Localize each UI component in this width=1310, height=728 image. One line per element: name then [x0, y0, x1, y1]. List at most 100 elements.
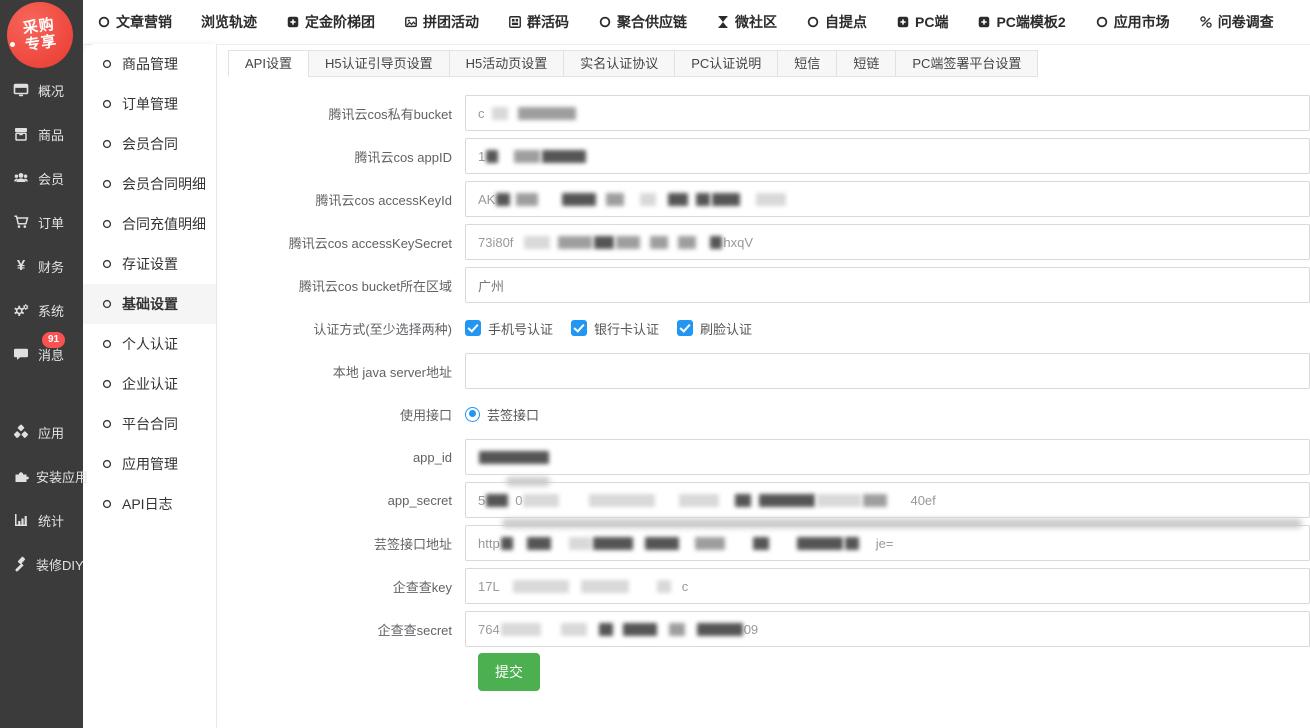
sidebar-item-订单[interactable]: 订单	[0, 210, 83, 234]
sidebar-item-概况[interactable]: 概况	[0, 78, 83, 102]
top-nav-item-自提点[interactable]: 自提点	[806, 12, 867, 32]
top-nav-item-文章营销[interactable]: 文章营销	[97, 12, 172, 32]
input-腾讯云cos accessKeySecret[interactable]: 73i80fhxqV	[465, 224, 1310, 260]
menu-item-基础设置[interactable]: 基础设置	[83, 284, 216, 324]
checkbox-option-银行卡认证[interactable]: 银行卡认证	[571, 319, 659, 338]
tab-API设置[interactable]: API设置	[228, 50, 309, 77]
menu-item-存证设置[interactable]: 存证设置	[83, 244, 216, 284]
input-腾讯云cos私有bucket[interactable]: c	[465, 95, 1310, 131]
tab-PC认证说明[interactable]: PC认证说明	[674, 50, 778, 77]
top-nav-item-聚合供应链[interactable]: 聚合供应链	[598, 12, 687, 32]
sidebar-item-会员[interactable]: 会员	[0, 166, 83, 190]
top-nav-item-微社区[interactable]: 微社区	[716, 12, 777, 32]
tab-实名认证协议[interactable]: 实名认证协议	[563, 50, 675, 77]
redacted-segment	[558, 236, 592, 249]
sidebar-item-系统[interactable]: 系统	[0, 298, 83, 322]
menu-item-个人认证[interactable]: 个人认证	[83, 324, 216, 364]
tab-H5认证引导页设置[interactable]: H5认证引导页设置	[308, 50, 450, 77]
redacted-segment	[542, 150, 586, 163]
submit-button[interactable]: 提交	[478, 653, 540, 691]
menu-item-应用管理[interactable]: 应用管理	[83, 444, 216, 484]
top-nav-item-定金阶梯团[interactable]: 定金阶梯团	[286, 12, 375, 32]
menu-item-label: 应用管理	[122, 454, 178, 474]
form-label: 腾讯云cos bucket所在区域	[217, 276, 465, 295]
menu-item-商品管理[interactable]: 商品管理	[83, 44, 216, 84]
sidebar-item-label: 系统	[38, 301, 64, 320]
menu-item-API日志[interactable]: API日志	[83, 484, 216, 524]
checkbox-checked-icon[interactable]	[571, 320, 587, 336]
menu-item-label: 订单管理	[122, 94, 178, 114]
top-nav-item-label: PC端	[915, 12, 948, 32]
form-row: app_secret5040ef	[217, 482, 1310, 518]
form-label: app_id	[217, 450, 465, 465]
menu-item-label: 合同充值明细	[122, 214, 206, 234]
menu-item-订单管理[interactable]: 订单管理	[83, 84, 216, 124]
menu-item-会员合同明细[interactable]: 会员合同明细	[83, 164, 216, 204]
input-value-fragment: http	[478, 536, 500, 551]
input-app_id[interactable]	[465, 439, 1310, 475]
sidebar-item-装修DIY[interactable]: 装修DIY	[0, 552, 83, 576]
top-nav-item-浏览轨迹[interactable]: 浏览轨迹	[201, 12, 257, 32]
input-本地 java server地址[interactable]	[465, 353, 1310, 389]
menu-item-会员合同[interactable]: 会员合同	[83, 124, 216, 164]
form-row: 芸签接口地址httpje=	[217, 525, 1310, 561]
radio-option-芸签接口[interactable]: 芸签接口	[465, 405, 539, 424]
sidebar-item-应用[interactable]: 应用	[0, 420, 83, 444]
sidebar-item-商品[interactable]: 商品	[0, 122, 83, 146]
hourglass-icon	[716, 15, 730, 29]
system-icon	[13, 302, 31, 318]
menu-item-label: 平台合同	[122, 414, 178, 434]
redacted-segment	[606, 193, 624, 206]
tab-短链[interactable]: 短链	[836, 50, 896, 77]
sidebar-item-统计[interactable]: 统计	[0, 508, 83, 532]
checkbox-checked-icon[interactable]	[465, 320, 481, 336]
checkbox-option-手机号认证[interactable]: 手机号认证	[465, 319, 553, 338]
top-nav-item-label: PC端模板2	[996, 12, 1065, 32]
top-nav-item-问卷调查[interactable]: 问卷调查	[1199, 12, 1274, 32]
circle-icon	[97, 15, 111, 29]
top-nav-item-群活码[interactable]: 群活码	[508, 12, 569, 32]
input-value-fragment: 0	[515, 493, 522, 508]
form-row: 使用接口芸签接口	[217, 396, 1310, 432]
checkbox-checked-icon[interactable]	[677, 320, 693, 336]
menu-circle-icon	[101, 58, 113, 70]
top-nav-item-拼团活动[interactable]: 拼团活动	[404, 12, 479, 32]
sidebar-item-消息[interactable]: 消息91	[0, 342, 83, 366]
input-企查查key[interactable]: 17Lc	[465, 568, 1310, 604]
input-企查查secret[interactable]: 76409	[465, 611, 1310, 647]
app-window: 文章营销 浏览轨迹 定金阶梯团 拼团活动 群活码 聚合供应链 微社区 自提点 PC端 PC端模板2…	[0, 0, 1310, 728]
checkbox-option-刷脸认证[interactable]: 刷脸认证	[677, 319, 752, 338]
redacted-segment	[594, 236, 614, 249]
input-app_secret[interactable]: 5040ef	[465, 482, 1310, 518]
input-芸签接口地址[interactable]: httpje=	[465, 525, 1310, 561]
radio-selected-icon[interactable]	[465, 407, 480, 422]
top-nav-item-应用市场[interactable]: 应用市场	[1095, 12, 1170, 32]
input-value-fragment: c	[682, 579, 689, 594]
menu-item-合同充值明细[interactable]: 合同充值明细	[83, 204, 216, 244]
redacted-segment	[668, 193, 688, 206]
input-value-fragment: 09	[744, 622, 758, 637]
top-nav-item-PC端[interactable]: PC端	[896, 12, 948, 32]
tab-H5活动页设置[interactable]: H5活动页设置	[449, 50, 565, 77]
overview-icon	[13, 82, 31, 98]
link-icon	[1199, 15, 1213, 29]
tab-PC端签署平台设置[interactable]: PC端签署平台设置	[895, 50, 1038, 77]
sidebar-item-财务[interactable]: ¥财务	[0, 254, 83, 278]
menu-item-平台合同[interactable]: 平台合同	[83, 404, 216, 444]
input-腾讯云cos appID[interactable]: 1	[465, 138, 1310, 174]
redacted-segment	[599, 623, 613, 636]
input-value: 广州	[478, 276, 504, 295]
input-腾讯云cos bucket所在区域[interactable]: 广州	[465, 267, 1310, 303]
top-nav-item-PC端模板2[interactable]: PC端模板2	[977, 12, 1065, 32]
tab-短信[interactable]: 短信	[777, 50, 837, 77]
redacted-segment	[581, 580, 629, 593]
app-logo[interactable]: 采购 专享	[7, 2, 73, 68]
circle-icon	[1095, 15, 1109, 29]
orders-icon	[13, 214, 31, 230]
form-label: 使用接口	[217, 405, 465, 424]
menu-item-企业认证[interactable]: 企业认证	[83, 364, 216, 404]
sidebar-item-安装应用[interactable]: 安装应用	[0, 464, 83, 488]
input-腾讯云cos accessKeyId[interactable]: AK	[465, 181, 1310, 217]
redacted-segment	[589, 494, 655, 507]
image-icon	[404, 15, 418, 29]
